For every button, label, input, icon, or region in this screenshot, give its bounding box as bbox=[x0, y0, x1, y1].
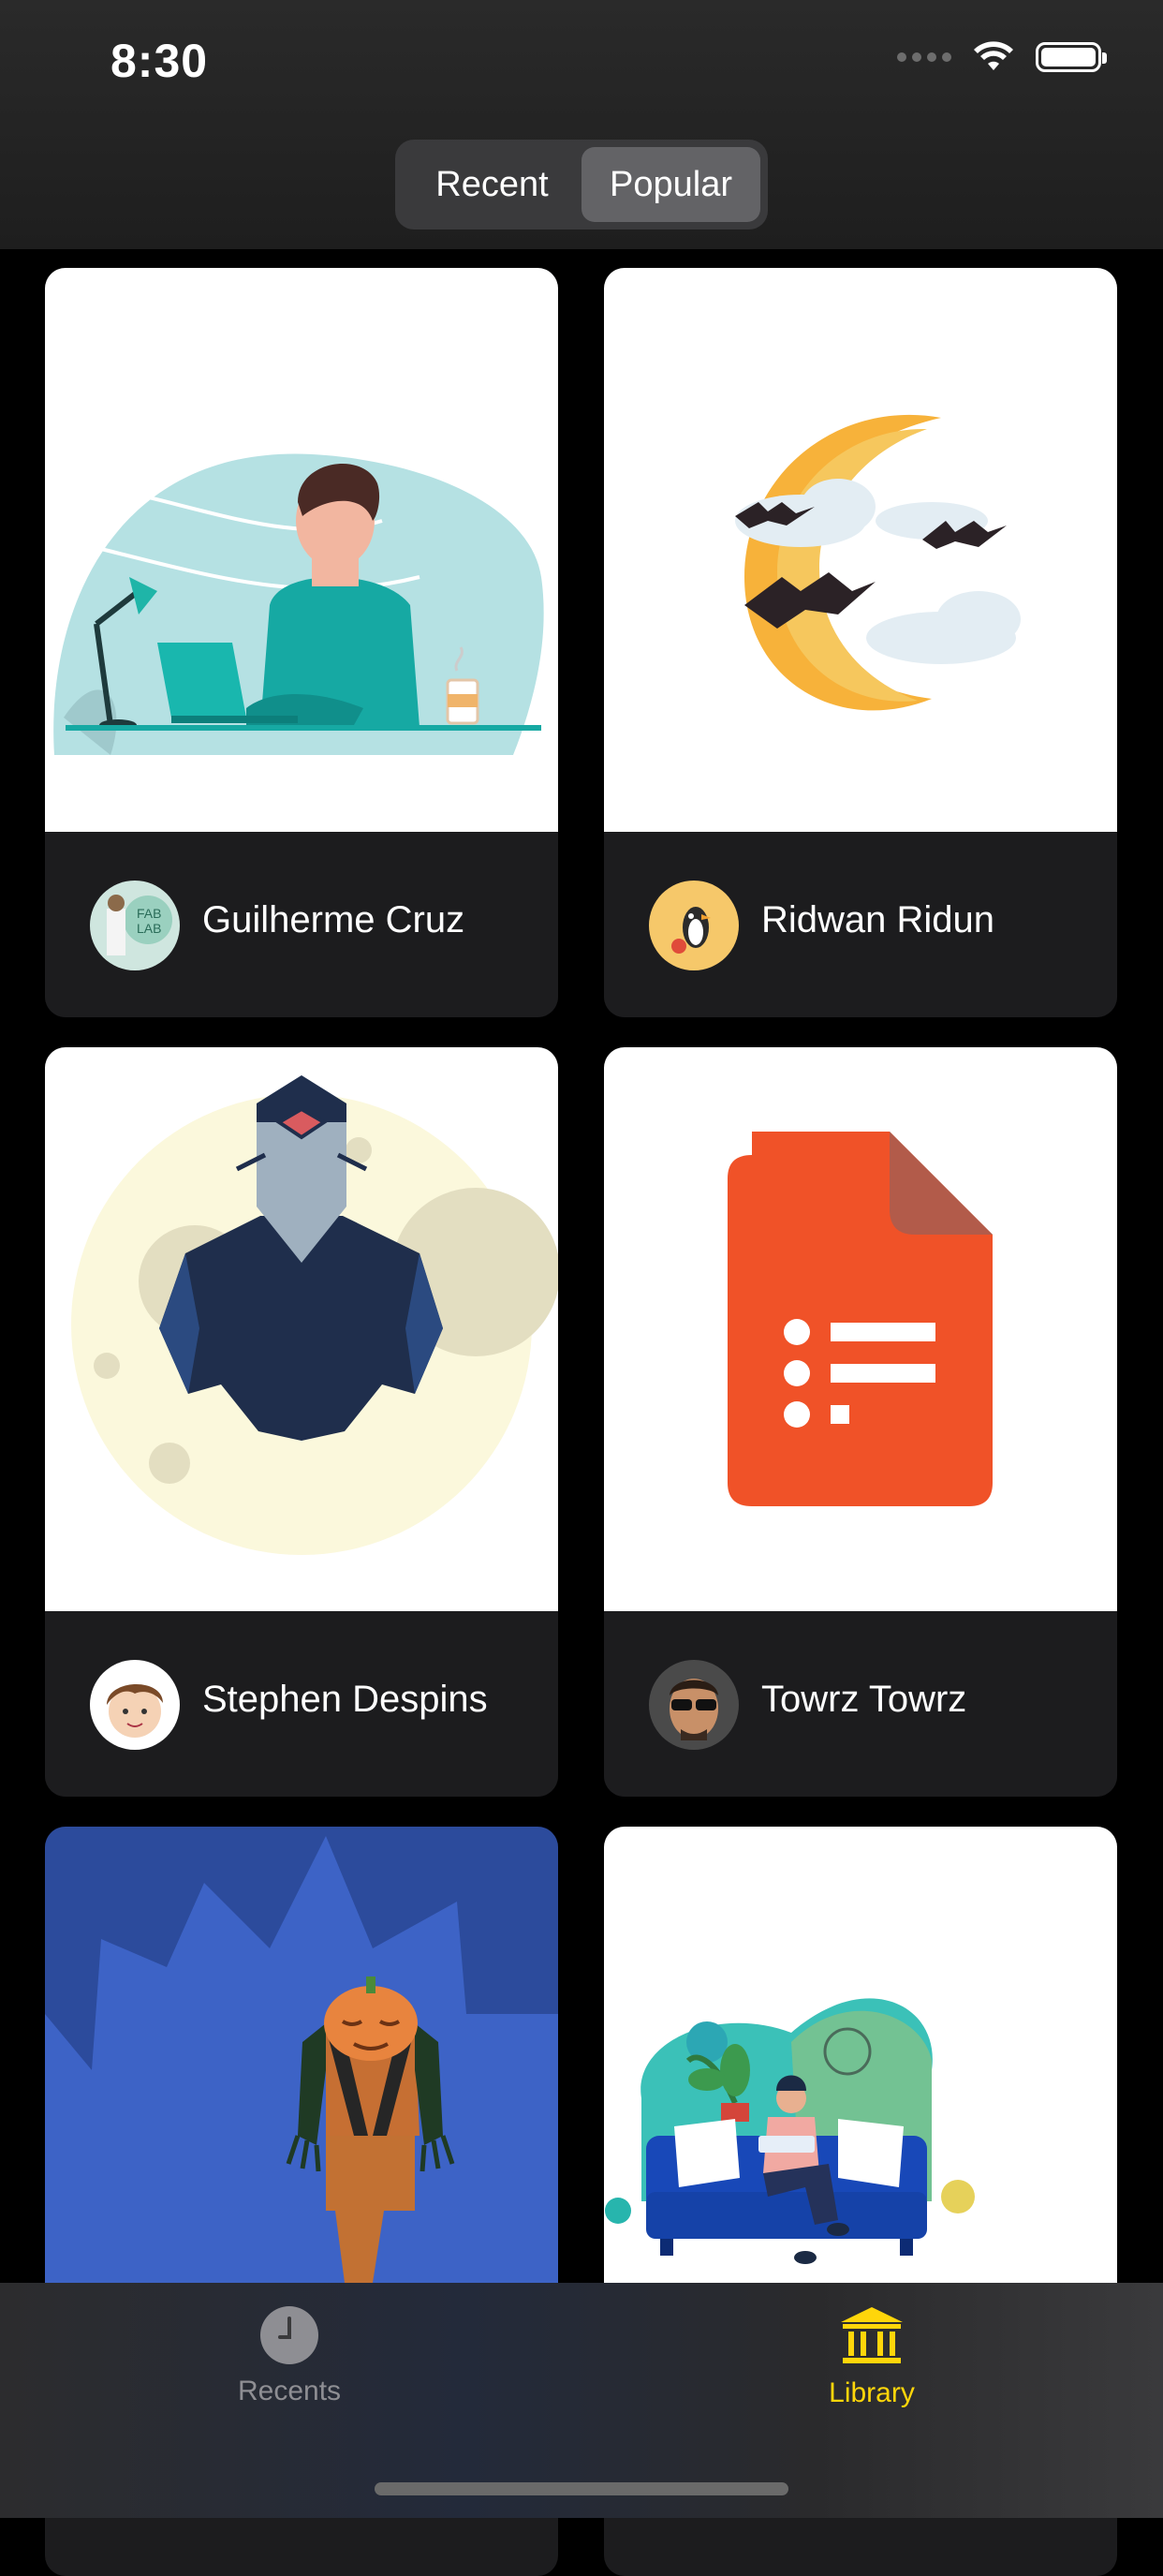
author-name[interactable]: Ridwan Ridun bbox=[761, 899, 994, 941]
top-header: 8:30 Recent Popular bbox=[0, 0, 1163, 249]
battery-icon bbox=[1036, 42, 1107, 72]
avatar-image bbox=[649, 881, 739, 970]
segmented-control: Recent Popular bbox=[395, 140, 768, 229]
shot-image bbox=[45, 1047, 558, 1611]
avatar-image bbox=[90, 1660, 180, 1750]
shot-footer: FAB LAB Guilherme Cruz bbox=[45, 832, 558, 1017]
shot-image bbox=[604, 268, 1117, 832]
tab-recents[interactable]: Recents bbox=[196, 2305, 383, 2407]
author-name[interactable]: Guilherme Cruz bbox=[202, 899, 464, 941]
svg-text:FAB: FAB bbox=[137, 906, 161, 921]
home-indicator[interactable] bbox=[375, 2482, 788, 2495]
tab-recents-label: Recents bbox=[237, 2376, 342, 2406]
moon-knight-illustration bbox=[71, 1075, 558, 1555]
avatar-image bbox=[649, 1660, 739, 1750]
shot-footer: Towrz Towrz bbox=[604, 1611, 1117, 1797]
person-at-laptop-illustration bbox=[53, 453, 544, 755]
author-name[interactable]: Stephen Despins bbox=[202, 1679, 488, 1721]
avatar[interactable] bbox=[649, 1660, 739, 1750]
tab-library-label: Library bbox=[829, 2377, 915, 2408]
shot-footer: Ridwan Ridun bbox=[604, 832, 1117, 1017]
bank-icon bbox=[841, 2307, 903, 2363]
status-icons bbox=[897, 41, 1107, 73]
author-name[interactable]: Towrz Towrz bbox=[761, 1679, 966, 1721]
segment-popular[interactable]: Popular bbox=[582, 147, 760, 222]
segment-recent[interactable]: Recent bbox=[403, 147, 582, 222]
tab-library[interactable]: Library bbox=[778, 2305, 965, 2409]
avatar[interactable] bbox=[649, 881, 739, 970]
moon-bats-illustration bbox=[735, 414, 1021, 711]
avatar[interactable]: FAB LAB bbox=[90, 881, 180, 970]
google-forms-icon bbox=[728, 1132, 993, 1506]
shot-image bbox=[604, 1047, 1117, 1611]
shot-card[interactable]: Towrz Towrz bbox=[604, 1047, 1117, 1797]
avatar-image: FAB LAB bbox=[90, 881, 180, 970]
svg-text:LAB: LAB bbox=[137, 921, 161, 936]
shot-image bbox=[45, 268, 558, 832]
shot-card[interactable]: Stephen Despins bbox=[45, 1047, 558, 1797]
shot-footer: Stephen Despins bbox=[45, 1611, 558, 1797]
avatar[interactable] bbox=[90, 1660, 180, 1750]
status-time: 8:30 bbox=[110, 35, 209, 87]
shot-card[interactable]: Ridwan Ridun bbox=[604, 268, 1117, 1017]
wifi-icon bbox=[974, 41, 1013, 70]
cellular-signal-icon bbox=[897, 52, 951, 62]
shot-card[interactable]: FAB LAB Guilherme Cruz bbox=[45, 268, 558, 1017]
clock-icon bbox=[260, 2306, 318, 2364]
